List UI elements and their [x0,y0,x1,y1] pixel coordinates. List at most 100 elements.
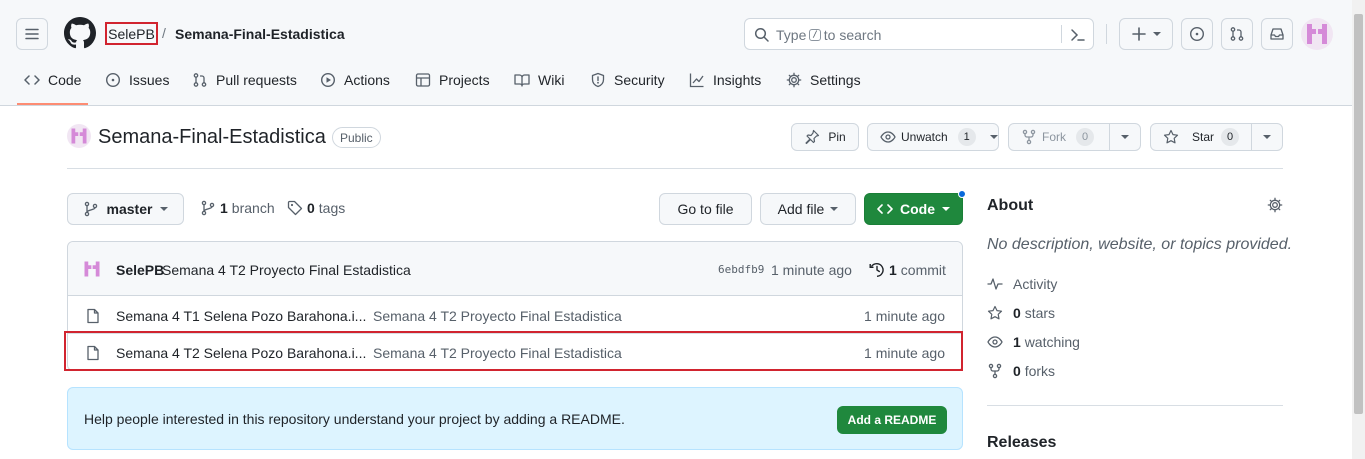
header-divider [1106,24,1107,44]
readme-prompt: Help people interested in this repositor… [67,387,963,450]
table-icon [415,73,431,87]
file-commit-time: 1 minute ago [864,308,945,324]
activity-link[interactable]: Activity [987,276,1057,292]
search-placeholder: Type / to search [776,27,881,43]
tab-issues[interactable]: Issues [105,72,169,88]
table-row[interactable]: Semana 4 T1 Selena Pozo Barahona.i... Se… [68,297,962,334]
code-download-button[interactable]: Code [864,193,963,225]
branch-icon [84,201,97,217]
forks-link[interactable]: 0 forks [987,363,1055,379]
pull-request-icon [1230,27,1244,41]
branch-count: 1 [220,200,228,216]
search-shortcut-key: / [809,29,821,41]
pin-button[interactable]: Pin [791,123,859,151]
watching-link[interactable]: 1 watching [987,334,1080,350]
stars-link[interactable]: 0 stars [987,305,1055,321]
identicon-icon [84,261,100,277]
github-logo-icon[interactable] [64,17,96,49]
caret-down-icon[interactable] [1263,133,1271,141]
branches-link[interactable]: 1 branch [200,200,275,216]
pull-requests-button[interactable] [1221,18,1253,50]
breadcrumb-repo-link[interactable]: Semana-Final-Estadistica [175,26,345,42]
breadcrumb-owner-link[interactable]: SelePB [105,22,158,45]
stars-count: 0 [1013,305,1021,321]
commit-label: commit [900,262,946,278]
command-palette-icon[interactable] [1070,27,1086,43]
activity-label: Activity [1013,276,1058,292]
tab-security[interactable]: Security [590,72,665,88]
commit-author-avatar[interactable] [81,259,103,279]
tab-insights[interactable]: Insights [689,72,761,88]
pin-icon [805,129,820,145]
tab-code[interactable]: Code [24,72,81,88]
notification-dot [958,190,966,198]
branch-name: master [106,201,153,217]
fork-label: Fork [1042,130,1066,144]
tab-pull-requests[interactable]: Pull requests [192,72,297,88]
tags-link[interactable]: 0 tags [287,200,345,216]
tab-projects[interactable]: Projects [415,72,490,88]
hamburger-icon [25,28,39,40]
branch-icon [201,200,215,216]
owner-label: SelePB [108,25,155,42]
play-icon [320,72,336,88]
add-readme-button[interactable]: Add a README [837,406,947,434]
identicon-icon [71,128,87,144]
inbox-button[interactable] [1261,18,1293,50]
caret-down-icon [1153,32,1161,36]
star-button[interactable]: Star 0 [1150,123,1283,151]
issue-icon [1189,26,1205,42]
commit-message[interactable]: Semana 4 T2 Proyecto Final Estadistica [162,262,411,278]
highlight-box [64,331,963,371]
fork-button[interactable]: Fork 0 [1008,123,1141,151]
commit-author[interactable]: SelePB [116,262,164,278]
code-icon [24,75,40,85]
avatar[interactable] [1301,18,1333,50]
search-input[interactable]: Type / to search [744,18,1094,50]
branch-select-button[interactable]: master [67,193,184,225]
menu-button[interactable] [16,18,48,50]
releases-heading[interactable]: Releases [987,434,1056,452]
search-prefix: Type [776,27,807,43]
about-description: No description, website, or topics provi… [987,236,1293,253]
tab-settings[interactable]: Settings [786,72,861,88]
caret-down-icon [830,207,839,211]
unwatch-button[interactable]: Unwatch 1 [867,123,999,151]
code-icon [877,204,893,214]
tag-label: tags [318,200,346,216]
star-count: 0 [1221,128,1240,146]
scrollbar-thumb[interactable] [1354,14,1363,414]
pull-request-icon [193,73,207,87]
tab-actions[interactable]: Actions [320,72,390,88]
caret-down-icon [160,207,169,211]
go-to-file-button[interactable]: Go to file [659,193,752,225]
commits-link[interactable]: 1 commit [869,262,946,278]
file-name[interactable]: Semana 4 T1 Selena Pozo Barahona.i... [116,308,366,324]
star-icon [987,305,1003,320]
issues-button[interactable] [1181,18,1213,50]
breadcrumb-separator: / [162,25,166,41]
code-button-label: Code [900,201,935,217]
issue-icon [105,72,121,88]
star-divider [1251,124,1252,150]
tab-wiki-label: Wiki [538,72,565,88]
title-divider [67,168,1283,169]
tab-wiki[interactable]: Wiki [514,72,564,88]
latest-commit-bar: SelePB Semana 4 T2 Proyecto Final Estadi… [68,242,962,296]
tab-pull-requests-label: Pull requests [216,72,297,88]
caret-down-icon[interactable] [1121,133,1129,141]
tab-security-label: Security [614,72,665,88]
file-commit-message[interactable]: Semana 4 T2 Proyecto Final Estadistica [373,308,622,324]
commit-sha[interactable]: 6ebdfb9 [718,263,764,276]
repo-title[interactable]: Semana-Final-Estadistica [98,126,326,149]
commit-time: 1 minute ago [771,262,852,278]
caret-down-icon [989,135,998,139]
add-file-button[interactable]: Add file [760,193,856,225]
tab-settings-label: Settings [810,72,861,88]
watching-count: 1 [1013,334,1021,350]
create-new-button[interactable] [1119,18,1173,50]
about-divider [987,405,1283,406]
book-icon [514,74,530,87]
gear-icon[interactable] [1267,197,1283,213]
repo-owner-avatar [67,124,91,148]
